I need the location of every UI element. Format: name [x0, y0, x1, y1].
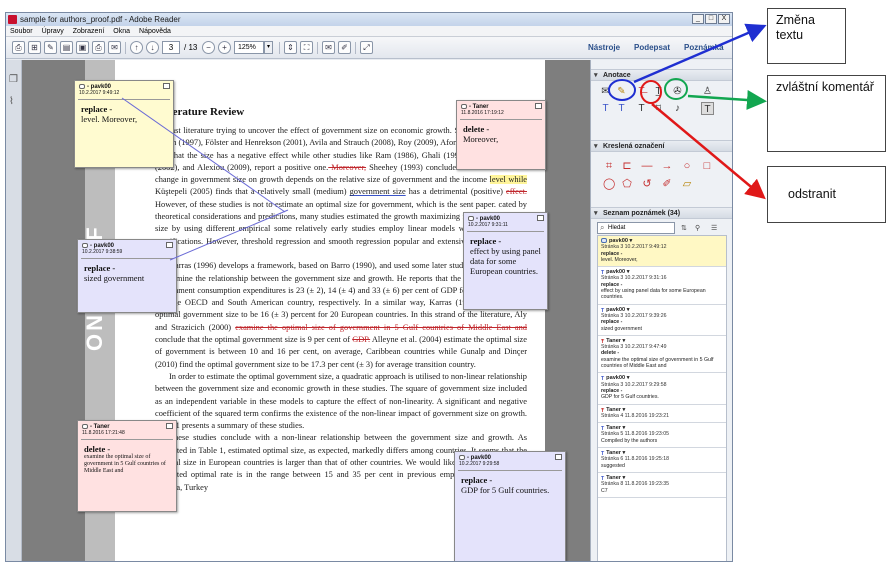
red-arrow — [651, 103, 766, 200]
note-connector-line — [169, 209, 289, 261]
blue-highlight-circle — [608, 79, 636, 101]
blue-arrow — [633, 23, 767, 84]
annotation-arrows-overlay — [121, 23, 767, 261]
note-connector-line — [121, 97, 286, 213]
green-arrow — [687, 90, 767, 110]
red-highlight-circle — [640, 80, 662, 104]
green-highlight-circle — [664, 78, 688, 100]
